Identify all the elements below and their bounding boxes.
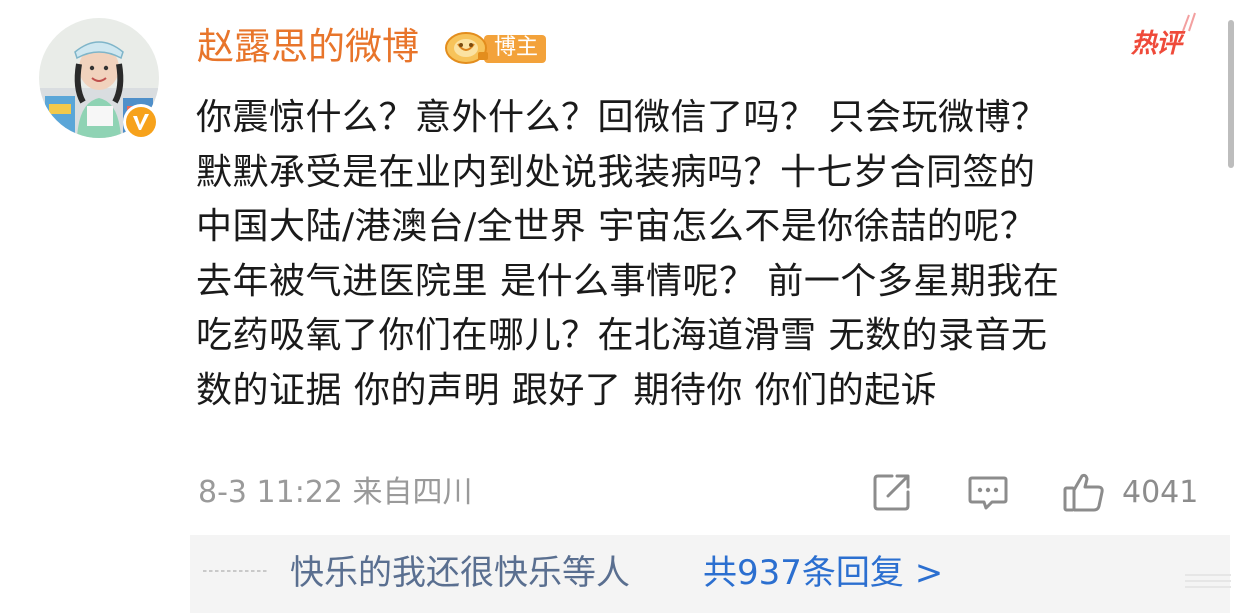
- comment-body-line: 默默承受是在业内到处说我装病吗？十七岁合同签的: [196, 151, 1036, 193]
- watermark-lines: [1185, 574, 1231, 588]
- share-icon[interactable]: [870, 470, 914, 514]
- sparkle-icon: [1182, 12, 1196, 32]
- view-all-replies-link[interactable]: 共937条回复 >: [703, 550, 943, 596]
- weibo-comment-card: 赵露思的微博 博主 热评 你震惊什么？意外什么？回微信了吗？ 只会玩微博？ 默默…: [0, 0, 1242, 616]
- reply-users[interactable]: 快乐的我还很快乐等人: [290, 550, 630, 596]
- comment-body-line: 吃药吸氧了你们在哪儿？在北海道滑雪 无数的录音无: [196, 315, 1048, 356]
- avatar[interactable]: [39, 18, 159, 140]
- thumbs-up-icon[interactable]: [1062, 470, 1106, 514]
- comment-meta: 8-3 11:22 来自四川: [198, 475, 473, 510]
- comment-icon[interactable]: [966, 470, 1010, 514]
- reply-users-suffix: 等人: [562, 553, 630, 593]
- reply-divider: [203, 570, 269, 572]
- like-count: 4041: [1122, 475, 1199, 510]
- hot-comment-tag: 热评: [1131, 29, 1182, 59]
- scrollbar[interactable]: [1228, 20, 1234, 168]
- reply-user-name[interactable]: 快乐的我还很快乐: [290, 553, 562, 593]
- comment-body-line: 你震惊什么？意外什么？回微信了吗？ 只会玩微博？: [196, 97, 1048, 138]
- verified-icon: [123, 104, 159, 140]
- comment-body-line: 去年被气进医院里 是什么事情呢？ 前一个多星期我在: [196, 260, 1060, 302]
- comment-body-line: 中国大陆/港澳台/全世界 宇宙怎么不是你徐喆的呢？: [196, 206, 1037, 247]
- blogger-badge-label: 博主: [494, 35, 539, 60]
- username[interactable]: 赵露思的微博: [197, 22, 419, 72]
- comment-body-line: 数的证据 你的声明 跟好了 期待你 你们的起诉: [196, 369, 938, 411]
- trophy-icon: [445, 32, 488, 64]
- comment-body: 你震惊什么？意外什么？回微信了吗？ 只会玩微博？ 默默承受是在业内到处说我装病吗…: [196, 91, 1206, 418]
